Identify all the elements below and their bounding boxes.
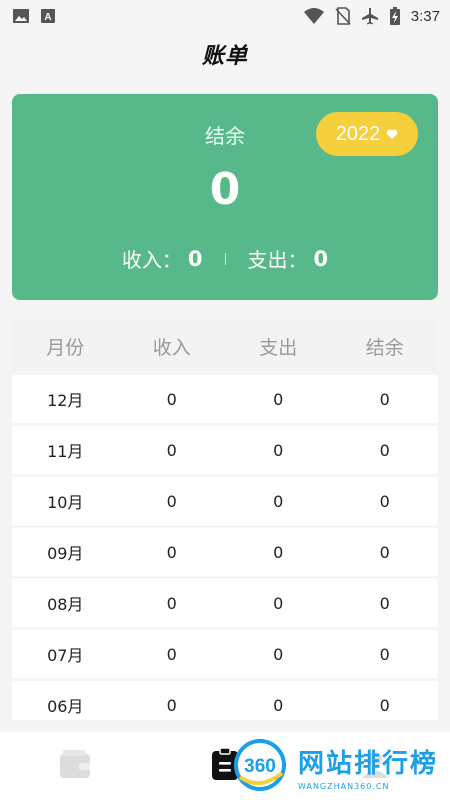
wallet-icon [59,749,91,783]
font-icon: A [40,8,56,24]
no-sim-icon [335,7,351,25]
year-label: 2022 [335,122,381,145]
status-bar: A 3:37 [0,0,450,32]
balance-value: 0 [209,164,241,215]
monthly-table: 月份 收入 支出 结余 12月 0 0 0 11月 0 0 0 10月 0 0 … [12,320,438,720]
header-balance: 结余 [365,336,404,359]
cell-balance: 0 [379,440,390,460]
table-row[interactable]: 07月 0 0 0 [12,630,438,678]
cell-income: 0 [166,644,177,664]
cell-expense: 0 [273,389,284,409]
cell-month: 11月 [47,442,84,461]
cell-income: 0 [166,389,177,409]
summary-card: 结余 0 2022 收入： 0 支出： 0 [12,94,438,300]
cell-expense: 0 [273,644,284,664]
cell-expense: 0 [273,695,284,715]
cell-expense: 0 [273,440,284,460]
table-row[interactable]: 09月 0 0 0 [12,528,438,576]
cell-balance: 0 [379,491,390,511]
table-row[interactable]: 11月 0 0 0 [12,426,438,474]
status-time: 3:37 [410,7,440,25]
page-title: 账单 [201,44,248,69]
cell-month: 06月 [47,697,84,716]
cell-month: 07月 [47,646,84,665]
income-expense-row: 收入： 0 支出： 0 [12,244,438,273]
table-row[interactable]: 06月 0 0 0 [12,681,438,720]
cell-expense: 0 [273,542,284,562]
watermark-text: 网站排行榜 WANGZHAN360.CN [298,743,438,791]
cell-income: 0 [166,695,177,715]
table-row[interactable]: 12月 0 0 0 [12,375,438,423]
heart-icon [386,123,398,146]
watermark: 360 网站排行榜 WANGZHAN360.CN [232,738,442,796]
logo-360-icon: 360 [232,737,292,797]
header-month: 月份 [46,336,85,359]
nav-item-wallet[interactable] [0,732,150,800]
table-row[interactable]: 08月 0 0 0 [12,579,438,627]
income-value: 0 [187,246,203,271]
svg-text:A: A [44,12,51,23]
cell-expense: 0 [273,593,284,613]
cell-month: 08月 [47,595,84,614]
header-expense: 支出 [259,336,298,359]
cell-income: 0 [166,542,177,562]
table-header: 月份 收入 支出 结余 [12,320,438,372]
cell-balance: 0 [379,542,390,562]
cell-balance: 0 [379,695,390,715]
airplane-icon [361,7,379,25]
expense-label: 支出： [247,248,308,272]
watermark-main: 网站排行榜 [298,749,439,779]
cell-balance: 0 [379,389,390,409]
cell-income: 0 [166,491,177,511]
income-label: 收入： [121,248,182,272]
image-icon [12,8,30,24]
cell-expense: 0 [273,491,284,511]
cell-month: 09月 [47,544,84,563]
cell-month: 10月 [47,493,84,512]
cell-balance: 0 [379,644,390,664]
battery-charging-icon [389,6,401,26]
cell-balance: 0 [379,593,390,613]
watermark-sub: WANGZHAN360.CN [298,782,390,791]
cell-income: 0 [166,593,177,613]
wifi-icon [303,7,325,25]
svg-text:360: 360 [244,756,276,777]
table-row[interactable]: 10月 0 0 0 [12,477,438,525]
header-income: 收入 [152,336,191,359]
expense-value: 0 [313,246,329,271]
year-select-button[interactable]: 2022 [316,112,418,156]
cell-month: 12月 [47,391,84,410]
cell-income: 0 [166,440,177,460]
divider [224,252,226,265]
